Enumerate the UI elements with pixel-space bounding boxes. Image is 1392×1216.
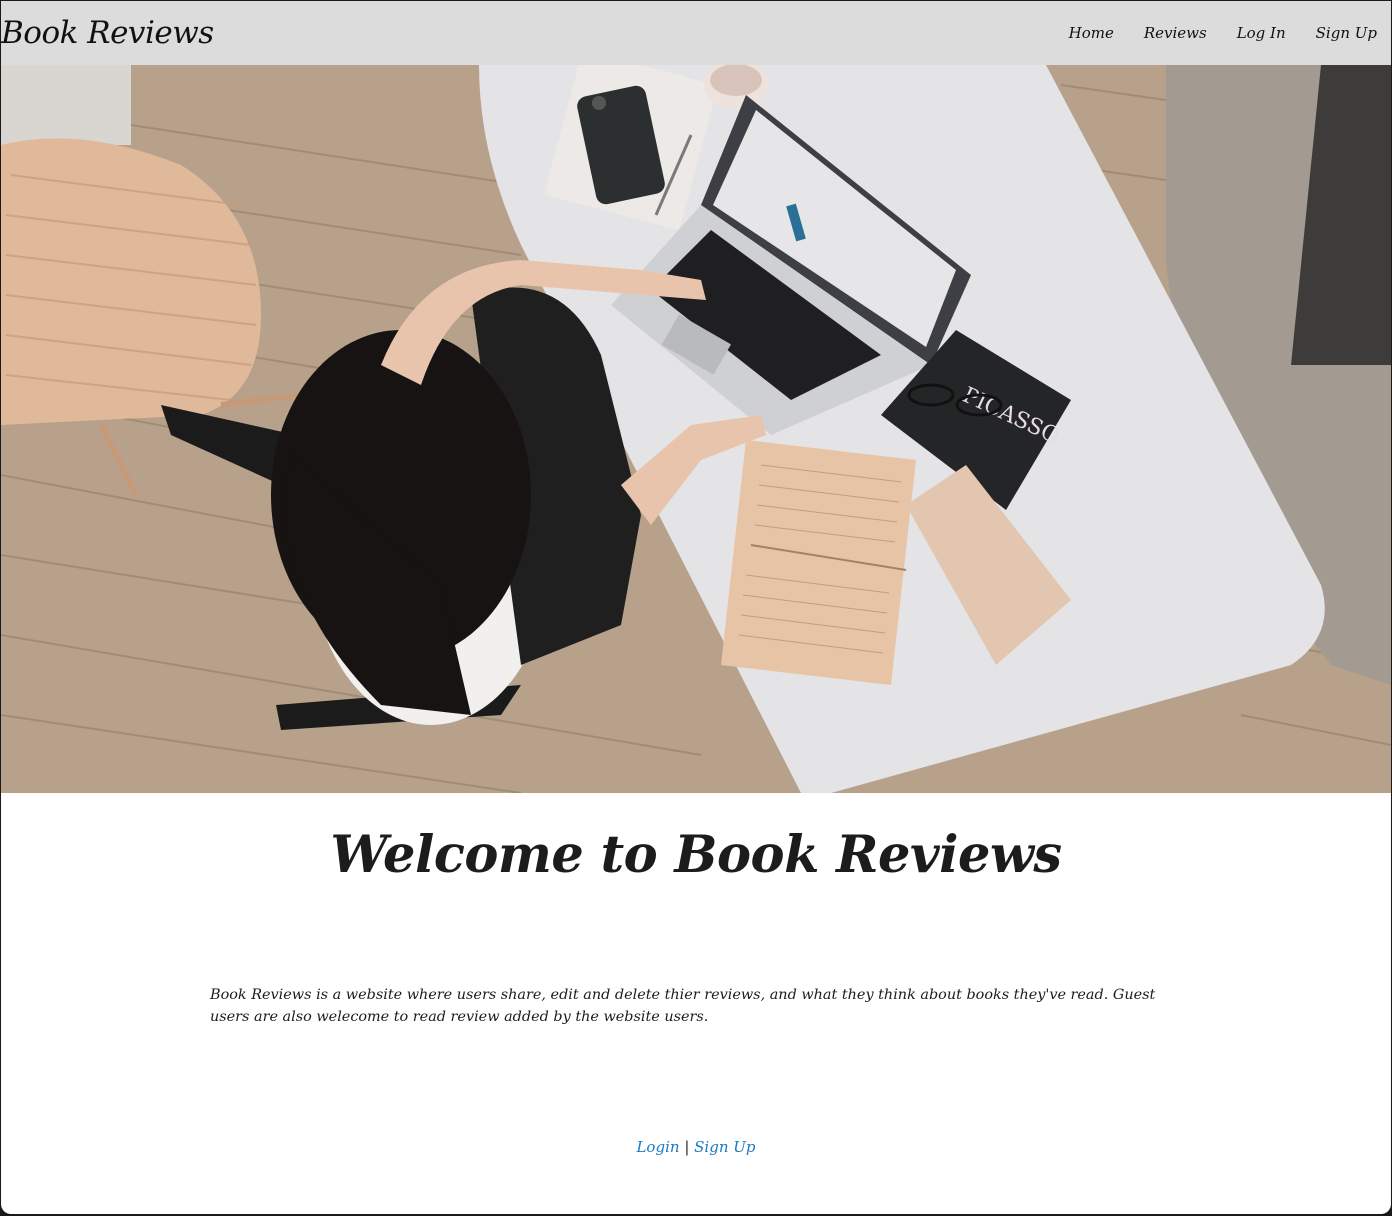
hero-image: PICASSO bbox=[1, 65, 1391, 793]
brand-logo[interactable]: Book Reviews bbox=[1, 15, 214, 51]
nav-login-link[interactable]: Log In bbox=[1237, 24, 1286, 42]
browser-viewport: Book Reviews Home Reviews Log In Sign Up bbox=[1, 1, 1391, 1214]
auth-links: Login | Sign Up bbox=[1, 1138, 1391, 1156]
login-link[interactable]: Login bbox=[636, 1138, 679, 1156]
nav-reviews-link[interactable]: Reviews bbox=[1144, 24, 1207, 42]
nav-links: Home Reviews Log In Sign Up bbox=[1039, 24, 1391, 42]
signup-link[interactable]: Sign Up bbox=[694, 1138, 755, 1156]
intro-paragraph: Book Reviews is a website where users sh… bbox=[210, 987, 1156, 1025]
link-separator: | bbox=[684, 1138, 690, 1156]
hero-photo-illustration: PICASSO bbox=[1, 65, 1391, 793]
navbar: Book Reviews Home Reviews Log In Sign Up bbox=[1, 1, 1391, 65]
page-title: Welcome to Book Reviews bbox=[330, 825, 1062, 885]
nav-signup-link[interactable]: Sign Up bbox=[1316, 24, 1377, 42]
nav-home-link[interactable]: Home bbox=[1069, 24, 1114, 42]
